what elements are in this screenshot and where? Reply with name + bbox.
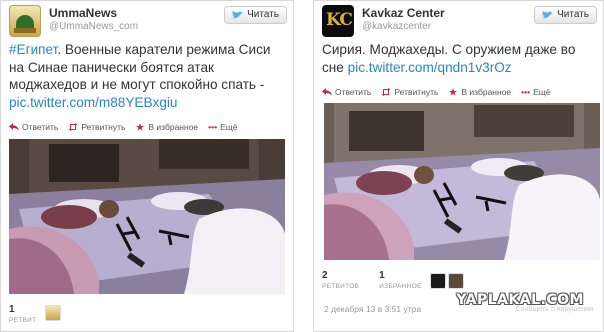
reply-icon: [322, 88, 332, 96]
sleeping-fighters-photo: [9, 139, 285, 294]
avatar[interactable]: KC: [322, 5, 354, 37]
sleeping-fighters-photo: [324, 103, 600, 260]
retweet-action[interactable]: Ретвитнуть: [68, 122, 125, 132]
pic-link[interactable]: pic.twitter.com/m88YEBxgiu: [9, 95, 177, 110]
tweet-photo[interactable]: [9, 139, 285, 294]
tweet-text: #Египет. Военные каратели режима Сиси на…: [9, 41, 285, 111]
hashtag-link[interactable]: #Египет: [9, 42, 57, 57]
more-action[interactable]: ••• Ещё: [208, 122, 237, 132]
retweet-stat[interactable]: 2 РЕТВИТОВ: [322, 270, 359, 290]
tweet-card-kavkazcenter: KC Kavkaz Center @kavkazcenter Читать Си…: [313, 0, 604, 332]
tweet-stats: 1 РЕТВИТ: [9, 304, 36, 324]
tweet-actions: Ответить Ретвитнуть В избранное ••• Ещё: [9, 121, 285, 133]
retweet-count: 2: [322, 270, 328, 281]
favorite-count: 1: [379, 270, 385, 281]
reply-label: Ответить: [335, 87, 372, 97]
more-label: Ещё: [220, 122, 238, 132]
mosque-dome-icon: [16, 15, 34, 29]
retweet-count-label: РЕТВИТ: [9, 317, 37, 324]
reply-action[interactable]: Ответить: [322, 87, 371, 97]
pic-link[interactable]: pic.twitter.com/qndn1v3rOz: [348, 60, 512, 75]
retweet-icon: [381, 88, 391, 96]
tweet-actions: Ответить Ретвитнуть В избранное ••• Ещё: [322, 86, 595, 98]
follow-label: Читать: [247, 9, 279, 20]
tweet-stats: 2 РЕТВИТОВ 1 ИЗБРАННОЕ: [322, 270, 422, 290]
favorite-count-label: ИЗБРАННОЕ: [379, 283, 422, 290]
star-icon: [136, 123, 145, 131]
retweet-icon: [68, 123, 78, 131]
author-handle[interactable]: @kavkazcenter: [362, 21, 431, 32]
retweet-label: Ретвитнуть: [81, 122, 126, 132]
author-name[interactable]: UmmaNews: [49, 6, 117, 20]
mosque-base-icon: [14, 28, 36, 33]
retweet-count: 1: [9, 304, 15, 315]
reply-label: Ответить: [22, 122, 59, 132]
favorite-label: В избранное: [461, 87, 512, 97]
more-icon: •••: [208, 122, 218, 132]
tweet-header: KC Kavkaz Center @kavkazcenter Читать: [322, 5, 597, 39]
retweet-label: Ретвитнуть: [394, 87, 439, 97]
follow-button[interactable]: Читать: [224, 6, 287, 24]
more-icon: •••: [521, 87, 531, 97]
follow-label: Читать: [557, 9, 589, 20]
tweet-card-ummanews: UmmaNews @UmmaNews_com Читать #Египет. В…: [0, 0, 294, 332]
favorite-action[interactable]: В избранное: [135, 122, 198, 132]
author-handle[interactable]: @UmmaNews_com: [49, 21, 138, 32]
avatar[interactable]: [9, 5, 41, 37]
favorite-label: В избранное: [148, 122, 199, 132]
tweet-text: Сирия. Моджахеды. С оружием даже во сне …: [322, 41, 595, 76]
retweet-count-label: РЕТВИТОВ: [322, 283, 360, 290]
reply-icon: [9, 123, 19, 131]
tweet-date[interactable]: 2 декабря 13 в 3:51 утра: [324, 304, 421, 314]
author-name[interactable]: Kavkaz Center: [362, 6, 445, 20]
favorite-action[interactable]: В избранное: [448, 87, 511, 97]
more-action[interactable]: ••• Ещё: [521, 87, 550, 97]
bird-icon: [541, 10, 554, 18]
tweet-header: UmmaNews @UmmaNews_com Читать: [9, 5, 287, 39]
retweeter-avatar[interactable]: [45, 305, 61, 321]
retweet-action[interactable]: Ретвитнуть: [381, 87, 438, 97]
follow-button[interactable]: Читать: [534, 6, 597, 24]
more-label: Ещё: [533, 87, 551, 97]
site-watermark: YAPLAKAL.COM: [456, 292, 584, 308]
retweeter-avatar[interactable]: [430, 273, 446, 289]
star-icon: [449, 88, 458, 96]
retweet-stat[interactable]: 1 РЕТВИТ: [9, 304, 36, 324]
tweet-photo[interactable]: [324, 103, 600, 260]
reply-action[interactable]: Ответить: [9, 122, 58, 132]
kc-logo-icon: KC: [326, 10, 353, 30]
retweeter-avatar[interactable]: [448, 273, 464, 289]
bird-icon: [231, 10, 244, 18]
favorite-stat[interactable]: 1 ИЗБРАННОЕ: [379, 270, 422, 290]
